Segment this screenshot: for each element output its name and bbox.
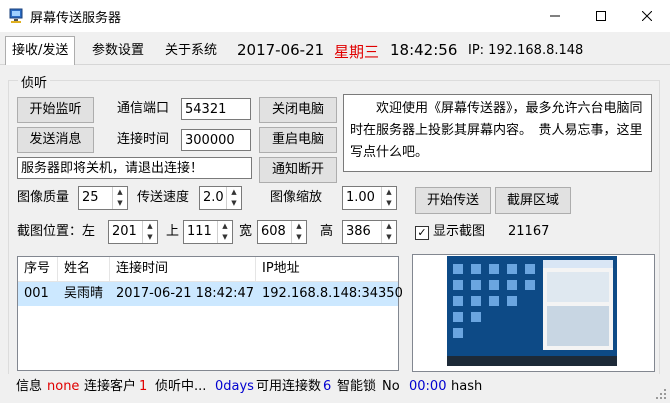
width-spinner[interactable]: 608 ▲ ▼ [257, 220, 307, 244]
left-spinner[interactable]: 201 ▲ ▼ [108, 220, 158, 244]
status-info-value: none [47, 379, 80, 394]
tab-divider [0, 64, 670, 65]
spinner-arrows-icon[interactable]: ▲ ▼ [226, 187, 241, 209]
status-available-label: 可用连接数 [256, 379, 322, 394]
left-value: 201 [112, 224, 137, 239]
column-header-ip[interactable]: IP地址 [256, 257, 398, 281]
server-ip: IP: 192.168.8.148 [468, 43, 584, 58]
speed-value: 2.0 [203, 190, 224, 205]
restart-button[interactable]: 重启电脑 [259, 127, 337, 153]
table-cell: 192.168.8.148:34350 [262, 286, 403, 301]
show-capture-checkbox[interactable]: ✓ [415, 226, 429, 240]
capture-position-label: 截图位置：左 [17, 224, 96, 239]
status-days: 0days [215, 379, 254, 394]
spinner-arrows-icon[interactable]: ▲ ▼ [291, 221, 306, 243]
column-header-name[interactable]: 姓名 [58, 257, 110, 281]
status-info-label: 信息 [16, 379, 43, 394]
status-clients-label: 连接客户 [84, 379, 137, 394]
message-input[interactable]: 服务器即将关机，请退出连接！ [17, 157, 252, 179]
tab-receive-send[interactable]: 接收/发送 [5, 36, 76, 65]
status-available-value: 6 [323, 379, 332, 394]
status-lock-label: 智能锁 [337, 379, 377, 394]
status-lock-value: No [382, 379, 400, 394]
tab-about[interactable]: 关于系统 [159, 38, 223, 63]
speed-label: 传送速度 [137, 190, 190, 205]
conn-time-label: 连接时间 [117, 132, 170, 147]
close-icon[interactable] [624, 0, 670, 31]
capture-count: 21167 [508, 224, 550, 239]
table-cell: 吴雨晴 [64, 286, 104, 301]
height-value: 386 [346, 224, 371, 239]
status-clients-value: 1 [139, 379, 148, 394]
minimize-icon[interactable] [532, 0, 578, 31]
preview-desktop-image [447, 256, 617, 366]
maximize-icon[interactable] [578, 0, 624, 31]
scale-label: 图像缩放 [270, 190, 323, 205]
port-input[interactable]: 54321 [181, 98, 251, 120]
port-label: 通信端口 [117, 101, 170, 116]
speed-spinner[interactable]: 2.0 ▲ ▼ [199, 186, 242, 210]
welcome-memo[interactable]: 欢迎使用《屏幕传送器》，最多允许六台电脑同时在服务器上投影其屏幕内容。 贵人易忘… [343, 94, 652, 172]
show-capture-label: 显示截图 [433, 224, 486, 239]
conn-time-input[interactable]: 300000 [181, 129, 251, 151]
height-label: 高 [320, 224, 334, 239]
listen-group-label: 侦听 [18, 72, 51, 91]
scale-value: 1.00 [346, 190, 375, 205]
notify-disconnect-button[interactable]: 通知断开 [259, 157, 337, 183]
quality-label: 图像质量 [17, 190, 70, 205]
window-title: 屏幕传送服务器 [30, 11, 122, 26]
send-message-button[interactable]: 发送消息 [17, 127, 94, 153]
table-cell: 2017-06-21 18:42:47 [116, 286, 255, 301]
column-header-index[interactable]: 序号 [18, 257, 58, 281]
status-lock-time: 00:00 [409, 379, 447, 394]
current-date: 2017-06-21 [237, 41, 325, 59]
spinner-arrows-icon[interactable]: ▲ ▼ [142, 221, 157, 243]
scale-spinner[interactable]: 1.00 ▲ ▼ [342, 186, 397, 210]
top-spinner[interactable]: 111 ▲ ▼ [183, 220, 233, 244]
shutdown-button[interactable]: 关闭电脑 [259, 97, 337, 123]
quality-value: 25 [82, 190, 99, 205]
spinner-arrows-icon[interactable]: ▲ ▼ [381, 187, 396, 209]
width-value: 608 [261, 224, 286, 239]
tab-settings[interactable]: 参数设置 [86, 38, 150, 63]
width-label: 宽 [239, 224, 253, 239]
capture-area-button[interactable]: 截屏区域 [495, 187, 571, 214]
client-table[interactable]: 序号 姓名 连接时间 IP地址 001 吴雨晴 2017-06-21 18:42… [17, 256, 403, 371]
status-hash-label: hash [451, 379, 483, 394]
top-label: 上 [166, 224, 180, 239]
current-weekday: 星期三 [334, 43, 380, 61]
height-spinner[interactable]: 386 ▲ ▼ [342, 220, 397, 244]
top-value: 111 [187, 224, 212, 239]
status-listening: 侦听中... [155, 379, 207, 394]
spinner-arrows-icon[interactable]: ▲ ▼ [112, 187, 127, 209]
quality-spinner[interactable]: 25 ▲ ▼ [78, 186, 128, 210]
column-header-conn-time[interactable]: 连接时间 [110, 257, 256, 281]
start-listen-button[interactable]: 开始监听 [17, 97, 94, 123]
resize-grip-icon[interactable] [656, 388, 666, 399]
spinner-arrows-icon[interactable]: ▲ ▼ [217, 221, 232, 243]
spinner-arrows-icon[interactable]: ▲ ▼ [381, 221, 396, 243]
app-icon [8, 8, 24, 24]
table-row[interactable]: 001 吴雨晴 2017-06-21 18:42:47 192.168.8.14… [18, 282, 403, 306]
start-transfer-button[interactable]: 开始传送 [415, 187, 491, 214]
current-time: 18:42:56 [390, 41, 458, 59]
table-header: 序号 姓名 连接时间 IP地址 [18, 257, 398, 282]
